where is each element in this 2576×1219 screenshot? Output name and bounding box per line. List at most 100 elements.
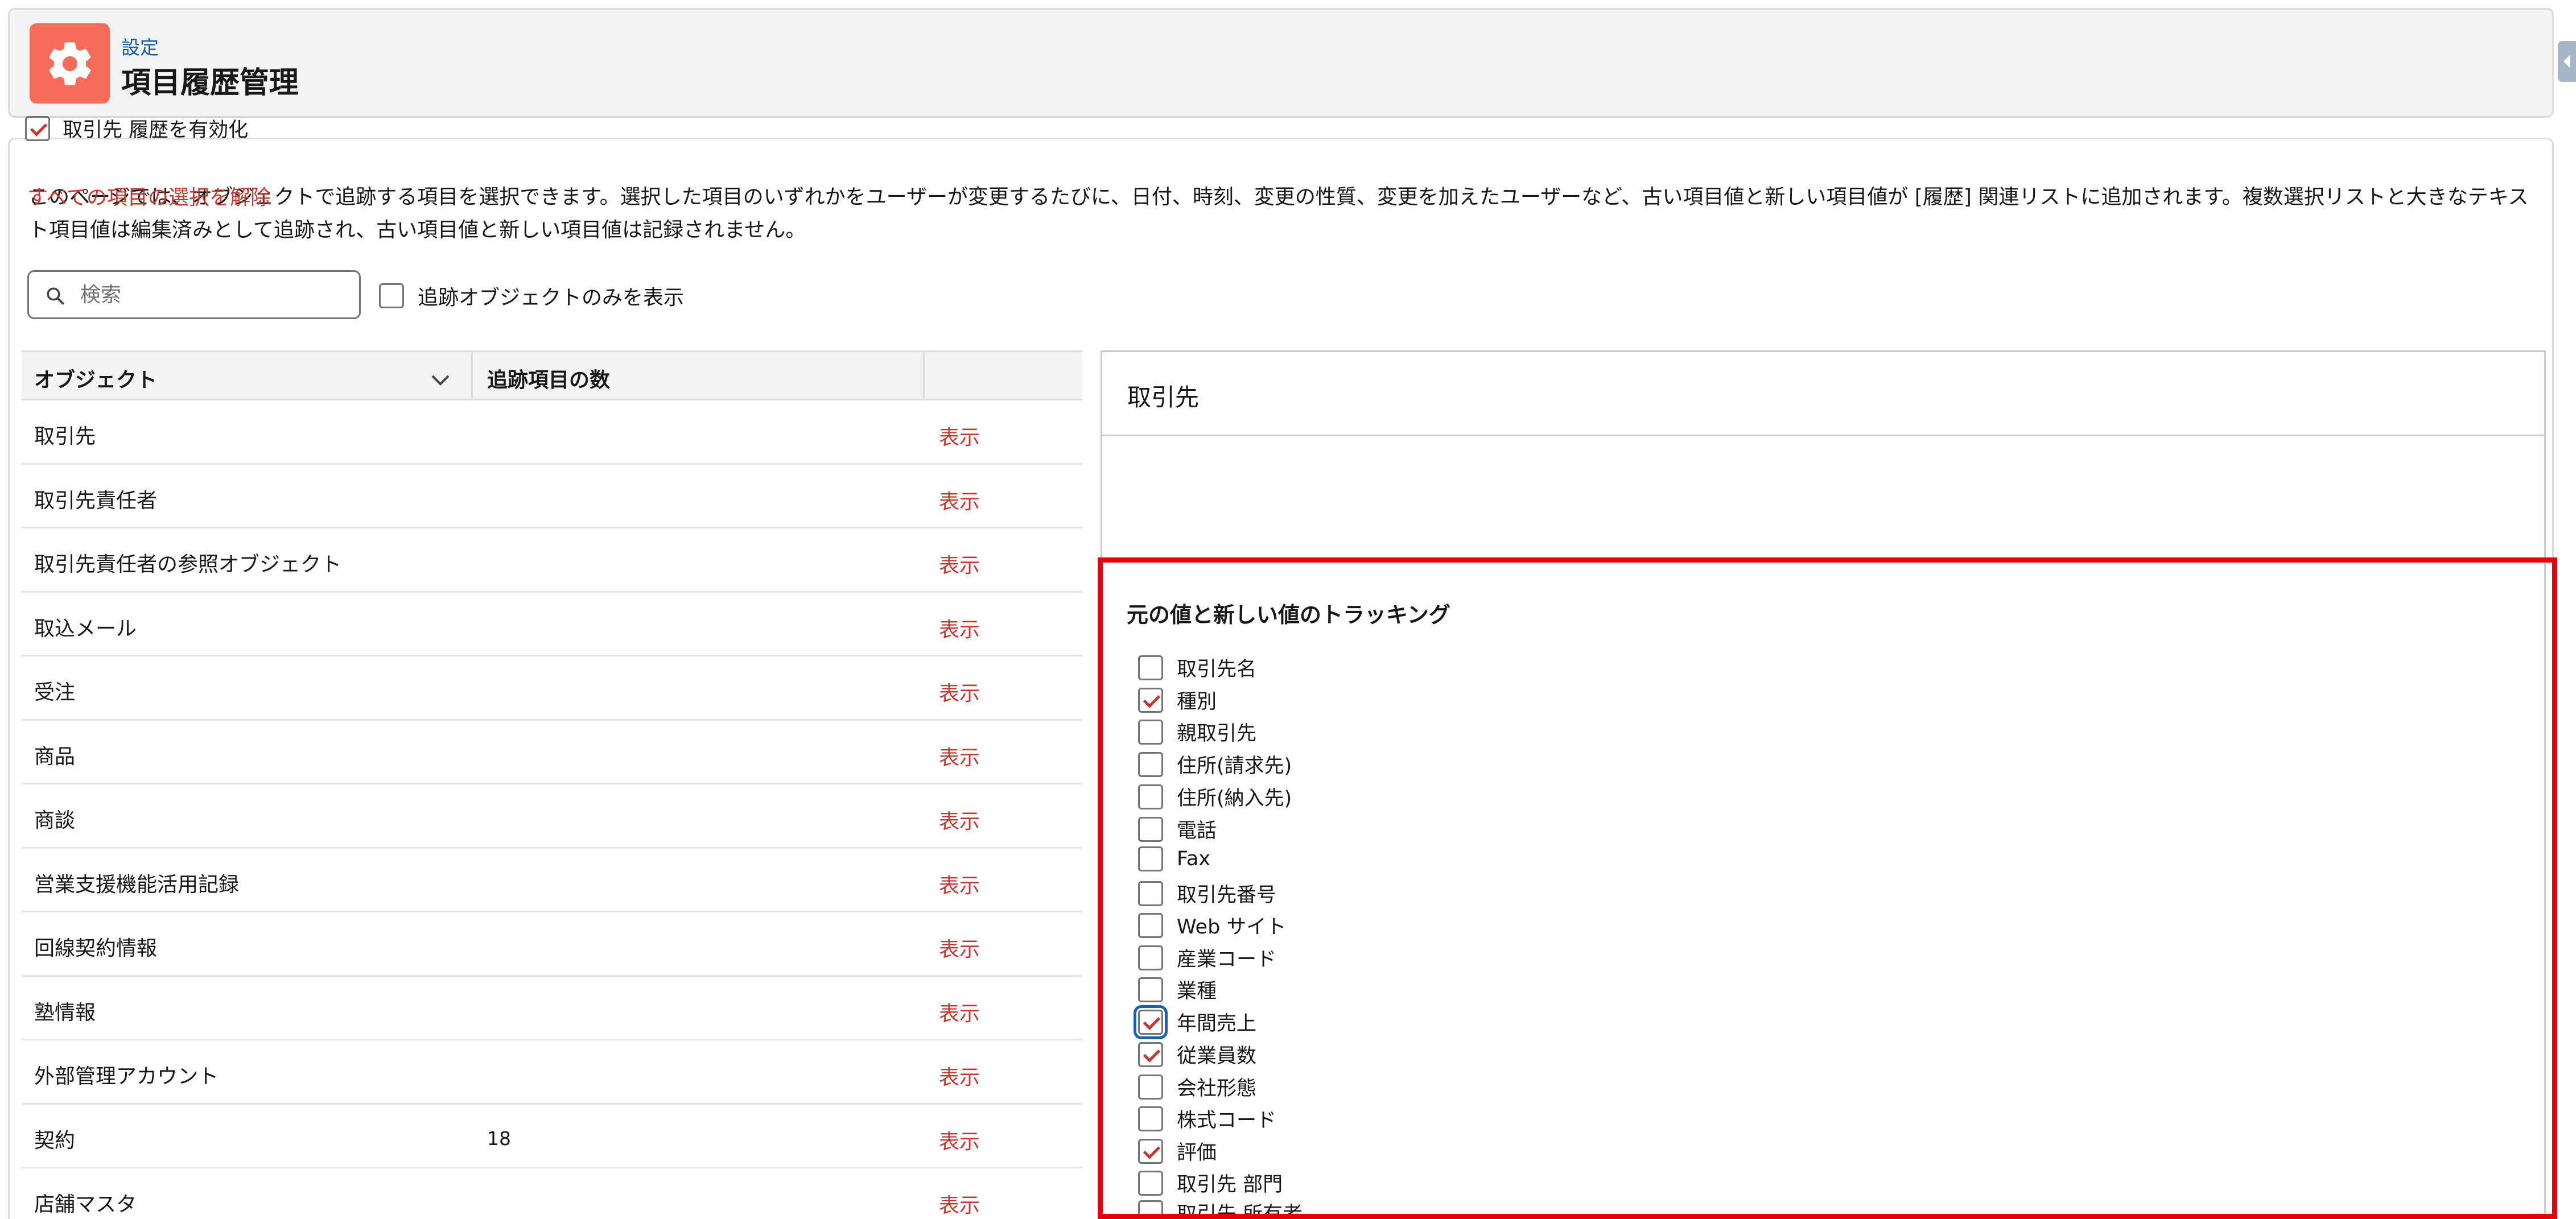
field-checkbox[interactable] — [1138, 784, 1163, 809]
object-name: 受注 — [34, 681, 76, 704]
show-link[interactable]: 表示 — [939, 485, 980, 515]
enable-history-checkbox[interactable] — [25, 115, 50, 141]
field-checkbox[interactable] — [1138, 1106, 1163, 1131]
field-checkbox[interactable] — [1134, 1005, 1168, 1039]
field-label: 種別 — [1177, 691, 1217, 713]
field-checkbox[interactable] — [1138, 881, 1163, 906]
field-checkbox[interactable] — [1138, 687, 1163, 713]
object-name: 商談 — [34, 809, 76, 832]
show-link[interactable]: 表示 — [939, 677, 980, 706]
field-checkbox[interactable] — [1138, 751, 1163, 777]
object-table-body: 取引先 表示 取引先責任者 表示 取引先責任者の参照オブジェクト 表示 取込メール 表示 受注表… — [22, 400, 1082, 1219]
field-checkbox-item[interactable]: 親取引先 — [1138, 717, 1256, 746]
field-checkbox-item[interactable]: 取引先 部門 — [1138, 1168, 1283, 1197]
object-table-header: オブジェクト 追跡項目の数 — [22, 350, 1082, 400]
field-label: 従業員数 — [1177, 1045, 1257, 1068]
column-header-object[interactable]: オブジェクト — [34, 363, 157, 393]
detail-header: 取引先 — [1102, 352, 2544, 436]
column-divider — [923, 352, 925, 399]
field-label: 住所(納入先) — [1177, 787, 1292, 810]
show-link[interactable]: 表示 — [939, 741, 980, 771]
field-checkbox-item[interactable]: 住所(納入先) — [1138, 782, 1292, 811]
table-row: 外部管理アカウント 表示 — [22, 1040, 1082, 1105]
table-row: 商品 表示 — [22, 721, 1082, 784]
field-label: 住所(請求先) — [1177, 755, 1292, 778]
detail-title: 取引先 — [1127, 383, 1200, 411]
field-checkbox[interactable] — [1138, 1138, 1163, 1164]
show-link[interactable]: 表示 — [939, 933, 980, 962]
table-row: 営業支援機能活用記録 表示 — [22, 849, 1082, 912]
object-name: 営業支援機能活用記録 — [34, 873, 240, 896]
field-checkbox-item[interactable]: 株式コード — [1138, 1104, 1276, 1133]
object-name: 店舗マスタ — [34, 1193, 137, 1216]
field-checkbox[interactable] — [1138, 655, 1163, 680]
field-label: 取引先 部門 — [1177, 1173, 1283, 1196]
field-checkbox-item[interactable]: 従業員数 — [1138, 1040, 1256, 1069]
show-link[interactable]: 表示 — [939, 1189, 980, 1218]
field-checkbox-item[interactable]: 取引先名 — [1138, 653, 1256, 682]
gear-icon — [30, 23, 110, 104]
field-checkbox-item[interactable]: 種別 — [1138, 685, 1217, 714]
field-label: 取引先名 — [1177, 658, 1257, 681]
field-checkbox-item[interactable]: Web サイト — [1138, 911, 1286, 940]
page-header: 設定 項目履歴管理 — [8, 8, 2554, 118]
field-checkbox[interactable] — [1138, 912, 1163, 938]
field-label: 親取引先 — [1177, 722, 1257, 745]
field-label: 年間売上 — [1177, 1013, 1257, 1035]
field-checkbox-item[interactable]: 取引先 所有者 — [1138, 1198, 1303, 1219]
deselect-all-link[interactable]: すべての項目の選択を解除 — [27, 181, 271, 210]
search-input[interactable] — [80, 280, 348, 309]
field-checkbox[interactable] — [1138, 816, 1163, 842]
enable-history-label: 取引先 履歴を有効化 — [63, 119, 249, 142]
field-checkbox-item[interactable]: 年間売上 — [1134, 1005, 1257, 1039]
field-checkbox[interactable] — [1138, 1042, 1163, 1067]
field-checkbox[interactable] — [1138, 1170, 1163, 1196]
object-name: 取引先責任者の参照オブジェクト — [34, 553, 342, 576]
field-label: Web サイト — [1177, 916, 1287, 939]
object-name: 取引先責任者 — [34, 489, 158, 513]
enable-history-toggle[interactable]: 取引先 履歴を有効化 — [25, 114, 248, 143]
field-checkbox-item[interactable]: 取引先番号 — [1138, 879, 1276, 908]
field-checkbox-item[interactable]: 電話 — [1138, 815, 1217, 844]
field-checkbox[interactable] — [1138, 719, 1163, 745]
field-checkbox[interactable] — [1138, 977, 1163, 1002]
breadcrumb-setup[interactable]: 設定 — [121, 32, 159, 60]
show-link[interactable]: 表示 — [939, 805, 980, 834]
field-checkbox[interactable] — [1138, 945, 1163, 970]
object-detail-panel: 取引先 — [1101, 350, 2546, 1219]
field-label: 産業コード — [1177, 948, 1277, 971]
tracked-only-checkbox[interactable] — [379, 283, 404, 308]
field-checkbox-item[interactable]: 住所(請求先) — [1138, 750, 1292, 779]
field-checkbox-item[interactable]: Fax — [1138, 846, 1210, 871]
table-row: 受注 表示 — [22, 656, 1082, 721]
field-checkbox-item[interactable]: 会社形態 — [1138, 1072, 1256, 1101]
tracked-only-toggle[interactable]: 追跡オブジェクトのみを表示 — [379, 281, 684, 311]
field-checkbox-item[interactable]: 評価 — [1138, 1137, 1217, 1166]
table-row: 取引先責任者の参照オブジェクト 表示 — [22, 528, 1082, 593]
field-checkbox[interactable] — [1138, 1074, 1163, 1100]
show-link[interactable]: 表示 — [939, 549, 980, 578]
table-row: 店舗マスタ 表示 — [22, 1168, 1082, 1219]
show-link[interactable]: 表示 — [939, 1125, 980, 1155]
object-name: 回線契約情報 — [34, 937, 158, 960]
field-checkbox[interactable] — [1138, 846, 1163, 871]
tracked-count: 18 — [487, 1127, 511, 1150]
page-title: 項目履歴管理 — [121, 66, 299, 100]
field-checkbox-item[interactable]: 業種 — [1138, 975, 1217, 1004]
tracking-section-title: 元の値と新しい値のトラッキング — [1127, 602, 1450, 627]
chevron-down-icon[interactable] — [427, 366, 454, 393]
show-link[interactable]: 表示 — [939, 997, 980, 1027]
show-link[interactable]: 表示 — [939, 613, 980, 643]
show-link[interactable]: 表示 — [939, 421, 980, 451]
collapse-panel-tab[interactable] — [2558, 41, 2576, 82]
show-link[interactable]: 表示 — [939, 869, 980, 899]
column-header-tracked-count[interactable]: 追跡項目の数 — [487, 363, 610, 393]
search-box[interactable] — [27, 270, 361, 319]
object-name: 商品 — [34, 745, 76, 768]
field-label: 取引先番号 — [1177, 884, 1277, 907]
object-name: 取引先 — [34, 425, 96, 448]
field-checkbox[interactable] — [1138, 1200, 1163, 1219]
table-row: 回線契約情報 表示 — [22, 912, 1082, 977]
show-link[interactable]: 表示 — [939, 1061, 980, 1090]
field-checkbox-item[interactable]: 産業コード — [1138, 943, 1276, 972]
